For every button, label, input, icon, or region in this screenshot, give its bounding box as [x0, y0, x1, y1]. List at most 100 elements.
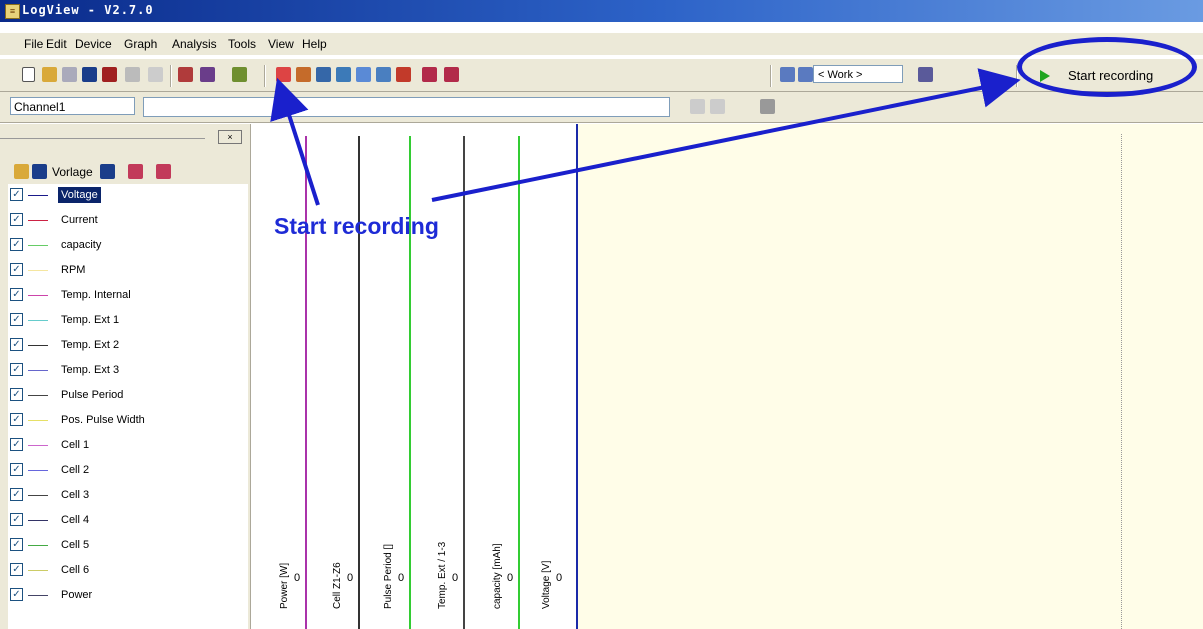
channel-checkbox[interactable]: ✓: [10, 188, 23, 201]
graph-zoom-icon[interactable]: [276, 67, 291, 82]
channel-row[interactable]: ✓ Power: [8, 584, 248, 608]
graph-split-icon[interactable]: [356, 67, 371, 82]
channel-color-swatch: [28, 245, 48, 246]
channel-row[interactable]: ✓ capacity: [8, 234, 248, 258]
channel-checkbox[interactable]: ✓: [10, 263, 23, 276]
channel-panel: × Vorlage ✓ Voltage ✓ Current ✓ capacity ✓ RPM ✓…: [0, 124, 251, 629]
menu-device[interactable]: Device: [75, 37, 112, 51]
channel-color-swatch: [28, 545, 48, 546]
channel-label: Current: [61, 214, 98, 226]
channel-row[interactable]: ✓ Current: [8, 209, 248, 233]
channel-checkbox[interactable]: ✓: [10, 213, 23, 226]
channel-checkbox[interactable]: ✓: [10, 363, 23, 376]
menu-tools[interactable]: Tools: [228, 37, 256, 51]
channel-color-swatch: [28, 595, 48, 596]
menu-help[interactable]: Help: [302, 37, 327, 51]
device-settings-icon[interactable]: [232, 67, 247, 82]
print-icon[interactable]: [102, 67, 117, 82]
record-device-icon[interactable]: [178, 67, 193, 82]
channel-checkbox[interactable]: ✓: [10, 413, 23, 426]
channel-color-swatch: [28, 345, 48, 346]
channel-checkbox[interactable]: ✓: [10, 313, 23, 326]
channel-checkbox[interactable]: ✓: [10, 513, 23, 526]
grid-line: [1121, 134, 1123, 629]
save-as-profile-icon[interactable]: [100, 164, 115, 179]
channel-checkbox[interactable]: ✓: [10, 288, 23, 301]
save-icon[interactable]: [62, 67, 77, 82]
menu-view[interactable]: View: [268, 37, 294, 51]
channel-row[interactable]: ✓ Cell 5: [8, 534, 248, 558]
channel-row[interactable]: ✓ Pos. Pulse Width: [8, 409, 248, 433]
open-folder-icon[interactable]: [42, 67, 57, 82]
channel-next-icon[interactable]: [710, 99, 725, 114]
channel-label: RPM: [61, 264, 86, 276]
channel-prev-icon[interactable]: [690, 99, 705, 114]
work-profile-icon[interactable]: [780, 67, 795, 82]
axis-zero-tick: 0: [398, 572, 405, 584]
style-icon[interactable]: [156, 164, 171, 179]
graph-window-icon[interactable]: [316, 67, 331, 82]
graph-bars-icon[interactable]: [396, 67, 411, 82]
channel-checkbox[interactable]: ✓: [10, 388, 23, 401]
work-delete-icon[interactable]: [918, 67, 933, 82]
graph-table-icon[interactable]: [336, 67, 351, 82]
channel-checkbox[interactable]: ✓: [10, 488, 23, 501]
channel-select[interactable]: Channel1: [10, 97, 135, 115]
channel-row[interactable]: ✓ Cell 4: [8, 509, 248, 533]
channel-checkbox[interactable]: ✓: [10, 238, 23, 251]
channel-color-swatch: [28, 295, 48, 296]
graph-cursor-icon[interactable]: [296, 67, 311, 82]
copy-icon[interactable]: [148, 67, 163, 82]
analysis-more-icon[interactable]: [444, 67, 459, 82]
save-profile-icon[interactable]: [32, 164, 47, 179]
channel-bar: Channel1: [0, 92, 1203, 123]
channel-label: Power: [61, 589, 93, 601]
menu-file[interactable]: File: [24, 37, 43, 51]
work-profile-select[interactable]: < Work >: [813, 65, 903, 83]
channel-checkbox[interactable]: ✓: [10, 338, 23, 351]
app-icon: ≡: [5, 4, 20, 19]
analysis-icon[interactable]: [422, 67, 437, 82]
channel-checkbox[interactable]: ✓: [10, 588, 23, 601]
profile-label: Vorlage: [52, 165, 93, 179]
channel-row[interactable]: ✓ Cell 1: [8, 434, 248, 458]
channel-label: Pos. Pulse Width: [61, 414, 145, 426]
cut-icon[interactable]: [125, 67, 140, 82]
axis-zero-tick: 0: [556, 572, 563, 584]
channel-checkbox[interactable]: ✓: [10, 563, 23, 576]
open-profile-icon[interactable]: [14, 164, 29, 179]
panel-close-icon[interactable]: ×: [218, 130, 242, 144]
menu-graph[interactable]: Graph: [124, 37, 157, 51]
axis-label: Cell Z1-Z6: [332, 562, 343, 609]
channel-checkbox[interactable]: ✓: [10, 463, 23, 476]
channel-row[interactable]: ✓ Voltage: [8, 184, 248, 208]
save-as-icon[interactable]: [82, 67, 97, 82]
start-record-icon[interactable]: [200, 67, 215, 82]
channel-row[interactable]: ✓ Temp. Internal: [8, 284, 248, 308]
channel-row[interactable]: ✓ Temp. Ext 2: [8, 334, 248, 358]
channel-label: Temp. Ext 2: [61, 339, 120, 351]
channel-row[interactable]: ✓ Temp. Ext 3: [8, 359, 248, 383]
channel-checkbox[interactable]: ✓: [10, 538, 23, 551]
work-profile-edit-icon[interactable]: [798, 67, 813, 82]
channel-label: Cell 4: [61, 514, 90, 526]
graph-marker-icon[interactable]: [376, 67, 391, 82]
channel-checkbox[interactable]: ✓: [10, 438, 23, 451]
color-icon[interactable]: [128, 164, 143, 179]
channel-row[interactable]: ✓ Cell 6: [8, 559, 248, 583]
axes-area: Power [W] 0 Cell Z1-Z6 0 Pulse Period [] 0 Tem…: [251, 124, 576, 629]
channel-row[interactable]: ✓ RPM: [8, 259, 248, 283]
menu-analysis[interactable]: Analysis: [172, 37, 217, 51]
channel-row[interactable]: ✓ Temp. Ext 1: [8, 309, 248, 333]
channel-input[interactable]: [143, 97, 670, 117]
menu-edit[interactable]: Edit: [46, 37, 67, 51]
channel-row[interactable]: ✓ Cell 3: [8, 484, 248, 508]
channel-label: Temp. Internal: [61, 289, 131, 301]
channel-row[interactable]: ✓ Pulse Period: [8, 384, 248, 408]
chart-area[interactable]: [576, 124, 1203, 629]
new-file-icon[interactable]: [22, 67, 35, 82]
clear-icon[interactable]: [760, 99, 775, 114]
channel-label: Cell 6: [61, 564, 90, 576]
axis-zero-tick: 0: [294, 572, 301, 584]
channel-row[interactable]: ✓ Cell 2: [8, 459, 248, 483]
